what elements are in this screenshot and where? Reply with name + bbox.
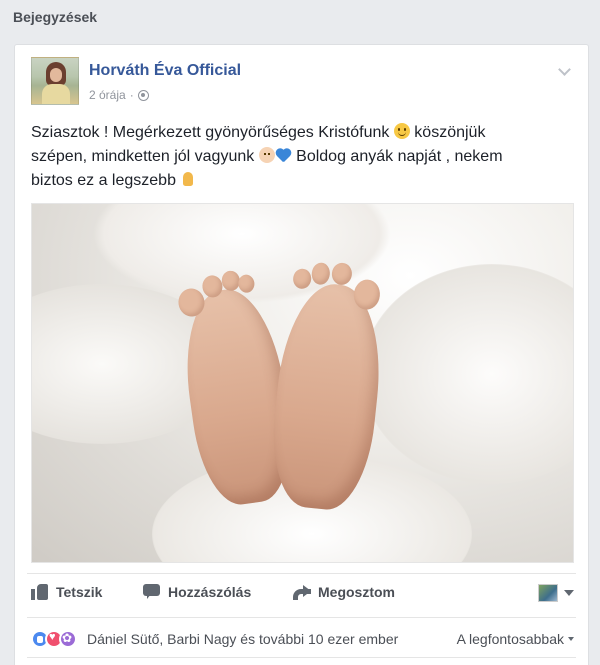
comment-icon bbox=[143, 583, 161, 600]
divider bbox=[27, 657, 576, 658]
globe-icon bbox=[137, 89, 149, 101]
separator-dot: · bbox=[129, 88, 134, 102]
reactions-summary[interactable]: Dániel Sütő, Barbi Nagy és további 10 ez… bbox=[87, 631, 398, 647]
section-title: Bejegyzések bbox=[13, 9, 98, 25]
reactions-bar: Dániel Sütő, Barbi Nagy és további 10 ez… bbox=[31, 628, 574, 650]
author-avatar[interactable] bbox=[31, 57, 79, 105]
share-arrow-icon bbox=[293, 583, 311, 600]
flower-reaction-icon bbox=[59, 630, 77, 648]
post-text-line2: szépen, mindketten jól vagyunk bbox=[31, 148, 255, 165]
like-label: Tetszik bbox=[56, 583, 103, 600]
post-photo[interactable] bbox=[31, 203, 574, 563]
post-options-chevron-icon[interactable] bbox=[556, 65, 574, 79]
post-text-line1-end: köszönjük bbox=[414, 124, 486, 141]
caret-down-icon bbox=[568, 637, 574, 641]
reaction-icons[interactable] bbox=[31, 630, 77, 648]
share-button[interactable]: Megosztom bbox=[293, 583, 395, 600]
post-card: Horváth Éva Official 2 órája · Sziasztok… bbox=[14, 44, 589, 665]
comment-sort-dropdown[interactable]: A legfontosabbak bbox=[457, 631, 574, 647]
post-timestamp[interactable]: 2 órája bbox=[89, 88, 126, 102]
post-actions: Tetszik Hozzászólás Megosztom bbox=[31, 583, 574, 607]
actor-selector[interactable] bbox=[538, 584, 574, 602]
post-text-line1: Sziasztok ! Megérkezett gyönyörűséges Kr… bbox=[31, 124, 390, 141]
divider bbox=[27, 617, 576, 618]
divider bbox=[27, 573, 576, 574]
post-text-line2-end: Boldog anyák napját , nekem bbox=[296, 148, 503, 165]
caret-down-icon bbox=[564, 590, 574, 596]
post-text: Sziasztok ! Megérkezett gyönyörűséges Kr… bbox=[31, 121, 576, 193]
smile-icon bbox=[393, 123, 410, 139]
actor-avatar bbox=[538, 584, 558, 602]
baby-icon bbox=[258, 147, 275, 163]
thumbs-up-icon bbox=[31, 583, 49, 600]
blue-heart-icon bbox=[275, 148, 292, 163]
pray-icon bbox=[180, 171, 196, 187]
post-text-line3: biztos ez a legszebb bbox=[31, 172, 176, 189]
sort-label: A legfontosabbak bbox=[456, 631, 564, 647]
author-name[interactable]: Horváth Éva Official bbox=[89, 62, 241, 80]
share-label: Megosztom bbox=[318, 583, 395, 600]
comment-label: Hozzászólás bbox=[168, 583, 252, 600]
like-button[interactable]: Tetszik bbox=[31, 583, 102, 600]
post-meta: 2 órája · bbox=[89, 88, 149, 102]
post-header: Horváth Éva Official 2 órája · bbox=[31, 57, 576, 109]
comment-button[interactable]: Hozzászólás bbox=[143, 583, 251, 600]
